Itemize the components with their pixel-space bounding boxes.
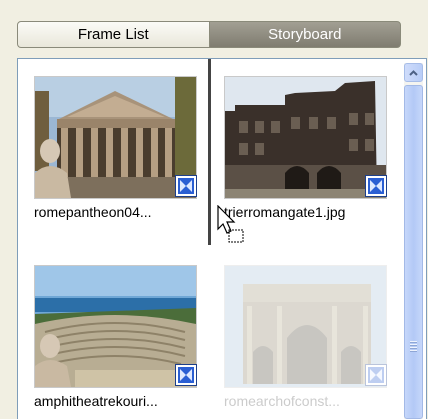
frame-caption: romepantheon04... [34, 204, 152, 220]
tab-storyboard[interactable]: Storyboard [209, 22, 400, 47]
arch-of-constantine-image [225, 266, 386, 387]
drag-copy-cursor-icon [217, 204, 249, 250]
amphitheatre-image [35, 266, 196, 387]
video-clip-icon [175, 364, 197, 386]
frame-thumbnail [224, 76, 387, 199]
trier-gate-image [225, 77, 386, 198]
drop-insertion-line [208, 59, 211, 245]
frame-item-romearchofconstantine[interactable]: romearchofconst... [224, 265, 389, 419]
tab-frame-list[interactable]: Frame List [18, 22, 210, 47]
frame-caption: romearchofconst... [224, 393, 340, 409]
frame-item-amphitheatrekourion[interactable]: amphitheatrekouri... [34, 265, 199, 419]
video-clip-icon [365, 175, 387, 197]
scroll-up-arrow-icon[interactable] [404, 63, 423, 82]
frame-thumbnail [34, 265, 197, 388]
frame-caption: amphitheatrekouri... [34, 393, 158, 409]
video-clip-icon [175, 175, 197, 197]
frame-item-romepantheon[interactable]: romepantheon04... [34, 76, 199, 236]
pantheon-image [35, 77, 196, 198]
view-tabs: Frame List Storyboard [17, 21, 401, 48]
scrollbar-grip-icon [410, 341, 417, 353]
scrollbar-thumb[interactable] [404, 85, 423, 419]
frame-thumbnail [34, 76, 197, 199]
frame-thumbnail [224, 265, 387, 388]
video-clip-icon [365, 364, 387, 386]
vertical-scrollbar[interactable] [404, 63, 423, 419]
